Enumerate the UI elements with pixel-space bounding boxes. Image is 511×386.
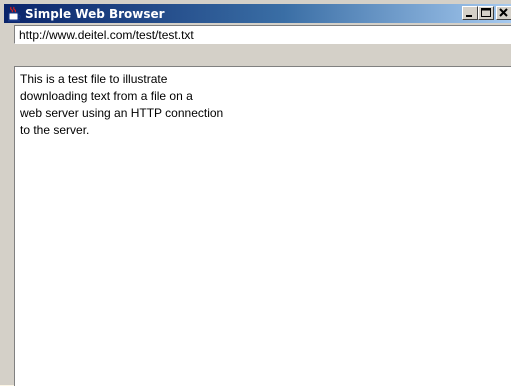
content-text: This is a test file to illustrate downlo… (20, 71, 223, 139)
minimize-icon (466, 15, 472, 17)
content-line: to the server. (20, 123, 90, 137)
maximize-icon (481, 8, 491, 17)
window-title: Simple Web Browser (25, 6, 165, 21)
content-line: web server using an HTTP connection (20, 106, 224, 120)
content-line: This is a test file to illustrate (20, 72, 168, 86)
content-pane[interactable]: This is a test file to illustrate downlo… (14, 66, 511, 386)
minimize-button[interactable] (462, 6, 478, 20)
java-cup-icon[interactable] (6, 6, 22, 22)
url-input[interactable] (19, 28, 499, 42)
url-field[interactable] (14, 25, 511, 44)
close-button[interactable] (496, 6, 511, 20)
maximize-button[interactable] (478, 6, 494, 20)
title-bar-buttons (462, 6, 511, 20)
title-bar[interactable]: Simple Web Browser (4, 4, 511, 23)
content-line: downloading text from a file on a (20, 89, 193, 103)
browser-window: Simple Web Browser http://www.deitel.com… (0, 0, 511, 386)
close-icon (499, 8, 508, 17)
